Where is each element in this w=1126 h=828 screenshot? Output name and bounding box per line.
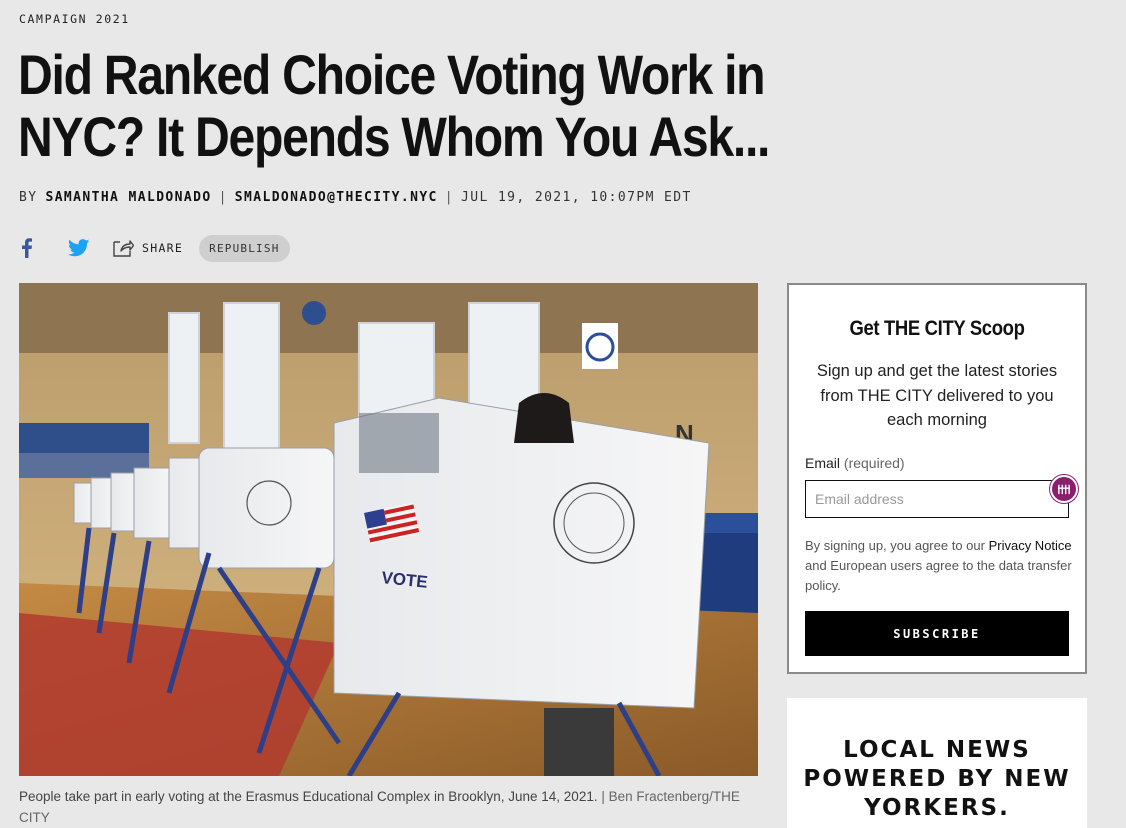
password-manager-icon[interactable] bbox=[1050, 475, 1078, 503]
promo-text: LOCAL NEWS POWERED BY NEW YORKERS. bbox=[803, 737, 1071, 821]
article-headline: Did Ranked Choice Voting Work in NYC? It… bbox=[18, 43, 770, 168]
publish-date: JUL 19, 2021, 10:07PM EDT bbox=[461, 190, 692, 205]
email-input[interactable]: Email address bbox=[805, 480, 1069, 518]
caption-text: People take part in early voting at the … bbox=[19, 789, 598, 804]
share-label[interactable]: SHARE bbox=[142, 241, 183, 255]
author-link[interactable]: SAMANTHA MALDONADO bbox=[45, 190, 211, 205]
email-label-text: Email bbox=[805, 455, 841, 471]
republish-button[interactable]: REPUBLISH bbox=[199, 234, 290, 262]
byline-divider: | bbox=[218, 190, 228, 205]
facebook-icon[interactable] bbox=[18, 238, 34, 258]
category-kicker[interactable]: CAMPAIGN 2021 bbox=[19, 12, 130, 26]
promo-box: LOCAL NEWS POWERED BY NEW YORKERS. bbox=[787, 698, 1087, 828]
privacy-notice-link[interactable]: Privacy Notice bbox=[989, 538, 1072, 553]
twitter-icon[interactable] bbox=[68, 239, 90, 257]
share-bar: SHARE REPUBLISH bbox=[18, 234, 290, 262]
subscribe-button[interactable]: SUBSCRIBE bbox=[805, 611, 1069, 656]
legal-notice: By signing up, you agree to our Privacy … bbox=[805, 536, 1073, 596]
share-icon[interactable] bbox=[112, 238, 134, 258]
signup-title: Get THE CITY Scoop bbox=[849, 317, 1025, 340]
author-email-link[interactable]: SMALDONADO@THECITY.NYC bbox=[235, 190, 438, 205]
article-lead-photo: N VOTE bbox=[19, 283, 758, 776]
voting-booths-photo: N VOTE bbox=[19, 283, 758, 776]
newsletter-signup-box: Get THE CITY Scoop Sign up and get the l… bbox=[787, 283, 1087, 674]
photo-caption: People take part in early voting at the … bbox=[19, 786, 759, 828]
email-required-text: (required) bbox=[843, 455, 905, 471]
legal-prefix: By signing up, you agree to our bbox=[805, 538, 985, 553]
email-label: Email (required) bbox=[805, 455, 905, 471]
signup-description: Sign up and get the latest stories from … bbox=[816, 362, 1058, 429]
byline: BY SAMANTHA MALDONADO | SMALDONADO@THECI… bbox=[19, 190, 692, 205]
legal-suffix: and European users agree to the data tra… bbox=[805, 558, 1072, 593]
byline-divider: | bbox=[444, 190, 455, 205]
byline-by: BY bbox=[19, 190, 38, 205]
